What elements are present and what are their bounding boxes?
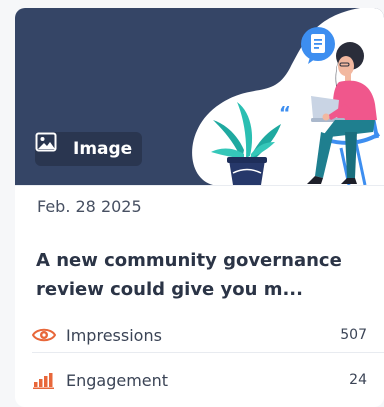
metric-value: 507 bbox=[340, 327, 367, 343]
metric-label: Impressions bbox=[66, 325, 162, 345]
post-illustration: “ Image bbox=[15, 8, 384, 185]
svg-text:“: “ bbox=[279, 103, 291, 124]
image-icon bbox=[35, 132, 65, 159]
image-badge-label: Image bbox=[73, 139, 133, 159]
eye-icon bbox=[31, 326, 57, 344]
metric-value: 24 bbox=[349, 372, 367, 388]
metric-row-engagement: Engagement 24 bbox=[15, 363, 384, 397]
metric-row-impressions: Impressions 507 bbox=[15, 318, 384, 352]
image-badge: Image bbox=[35, 132, 143, 166]
metric-divider bbox=[32, 352, 384, 353]
post-date: Feb. 28 2025 bbox=[37, 197, 142, 216]
bar-chart-icon bbox=[32, 371, 56, 389]
post-card[interactable]: “ Image Feb. 28 2025 A new community gov… bbox=[15, 8, 384, 407]
post-title[interactable]: A new community governance review could … bbox=[36, 246, 370, 304]
hero-divider bbox=[15, 185, 384, 186]
metric-label: Engagement bbox=[66, 370, 169, 390]
